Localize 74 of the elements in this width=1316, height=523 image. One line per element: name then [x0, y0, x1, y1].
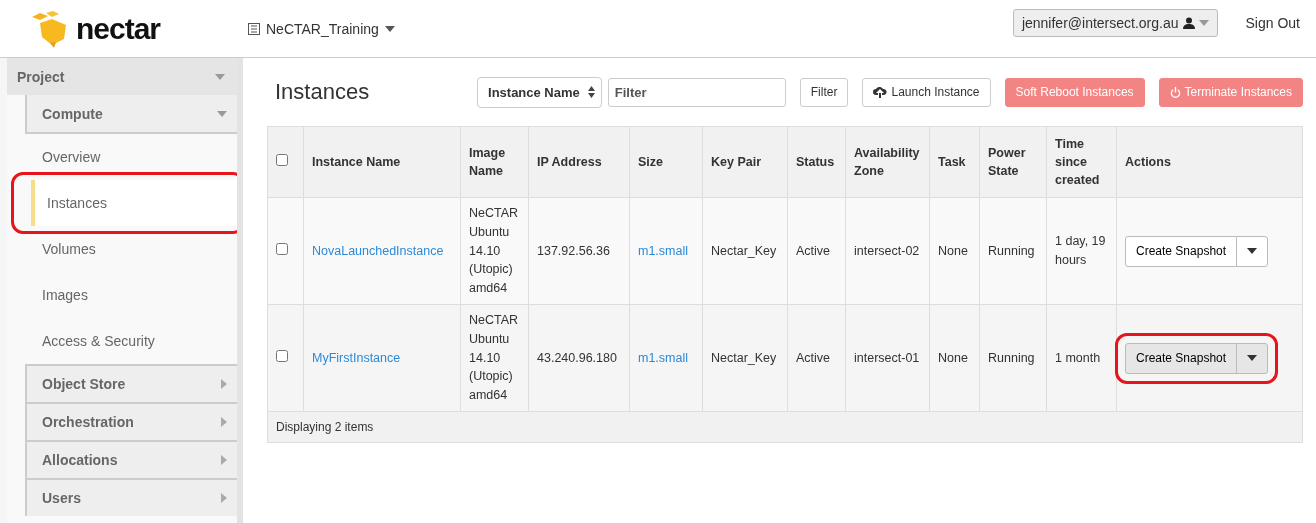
sidebar-group-header[interactable]: Object Store — [25, 364, 237, 402]
caret-icon — [1247, 248, 1258, 254]
sidebar-item[interactable]: Images — [25, 272, 237, 318]
caret-icon — [221, 455, 227, 465]
table-icon — [248, 22, 260, 35]
sidebar-group-header[interactable]: Allocations — [25, 440, 237, 478]
sidebar-group-header[interactable]: Compute — [25, 95, 237, 134]
table-cell: Nectar_Key — [702, 304, 788, 412]
page-title: Instances — [275, 79, 370, 105]
action-menu-button[interactable] — [1236, 235, 1269, 267]
table-footer: Displaying 2 items — [267, 411, 1303, 443]
filter-input[interactable]: Filter — [607, 77, 786, 107]
instance-link[interactable]: MyFirstInstance — [312, 350, 401, 365]
sidebar-group-header[interactable]: Users — [25, 478, 237, 516]
launch-button[interactable]: Launch Instance — [862, 77, 991, 107]
column-header: Availability Zone — [845, 126, 930, 198]
project-switcher[interactable]: NeCTAR_Training — [248, 20, 395, 37]
caret-icon — [221, 417, 227, 427]
sign-out-link[interactable]: Sign Out — [1245, 14, 1300, 31]
table-cell: 1 day, 19 hours — [1046, 197, 1117, 305]
create-snapshot-button[interactable]: Create Snapshot — [1125, 235, 1238, 267]
table-cell: Running — [979, 197, 1047, 305]
user-menu[interactable]: jennifer@intersect.org.au — [1012, 8, 1218, 37]
select-all-checkbox[interactable] — [276, 153, 288, 166]
table-cell: intersect-02 — [845, 197, 930, 305]
column-header: Power State — [979, 126, 1047, 198]
column-header: Image Name — [460, 126, 529, 198]
table-cell: Active — [787, 304, 846, 412]
filter-button[interactable]: Filter — [799, 77, 849, 107]
user-icon — [1182, 16, 1195, 29]
column-header: Actions — [1116, 126, 1303, 198]
instance-link[interactable]: NovaLaunchedInstance — [312, 243, 444, 258]
action-menu-button[interactable] — [1236, 342, 1269, 374]
sidebar-item[interactable]: Overview — [25, 134, 237, 180]
row-checkbox[interactable] — [276, 242, 288, 255]
create-snapshot-button[interactable]: Create Snapshot — [1125, 342, 1238, 374]
caret-icon — [384, 25, 395, 32]
caret-icon — [221, 493, 227, 503]
table-cell: Active — [787, 197, 846, 305]
table-cell: NeCTAR Ubuntu 14.10 (Utopic) amd64 — [460, 197, 529, 305]
column-header: Status — [787, 126, 846, 198]
sidebar-item[interactable]: Volumes — [25, 226, 237, 272]
table-cell: 43.240.96.180 — [528, 304, 630, 412]
column-header: Key Pair — [702, 126, 788, 198]
column-header: Size — [629, 126, 703, 198]
table-cell: intersect-01 — [845, 304, 930, 412]
column-header: Task — [929, 126, 980, 198]
cloud-upload-icon — [873, 86, 888, 98]
flavor-link[interactable]: m1.small — [638, 243, 688, 258]
caret-icon — [221, 379, 227, 389]
caret-icon — [1247, 355, 1258, 361]
filter-field-select[interactable]: Instance Name — [477, 76, 602, 108]
table-cell: 137.92.56.36 — [528, 197, 630, 305]
caret-icon — [215, 73, 225, 80]
power-icon — [1169, 86, 1181, 98]
table-cell: None — [929, 304, 980, 412]
sidebar-group-header[interactable]: Orchestration — [25, 402, 237, 440]
sidebar-item[interactable]: Access & Security — [25, 318, 237, 364]
sort-icon — [587, 86, 595, 98]
logo-text: nectar — [76, 11, 161, 46]
column-header: IP Address — [528, 126, 630, 198]
flavor-link[interactable]: m1.small — [638, 350, 688, 365]
table-cell: Nectar_Key — [702, 197, 788, 305]
column-header: Instance Name — [303, 126, 461, 198]
table-cell: NeCTAR Ubuntu 14.10 (Utopic) amd64 — [460, 304, 529, 412]
table-cell: Running — [979, 304, 1047, 412]
table-cell: 1 month — [1046, 304, 1117, 412]
table-cell: None — [929, 197, 980, 305]
row-checkbox[interactable] — [276, 349, 288, 362]
caret-icon — [217, 110, 227, 117]
column-header: Time since created — [1046, 126, 1117, 198]
caret-icon — [1198, 19, 1209, 26]
sidebar-panel-header[interactable]: Project — [7, 58, 237, 95]
sidebar-item[interactable]: Instances — [31, 180, 237, 226]
